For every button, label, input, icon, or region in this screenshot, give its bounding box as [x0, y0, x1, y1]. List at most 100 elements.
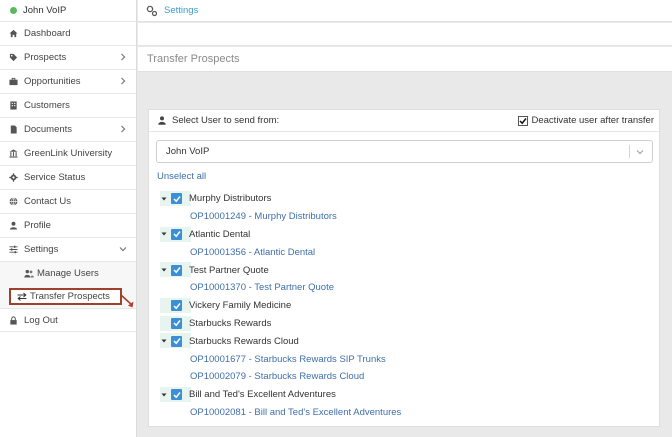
prospect-name: Starbucks Rewards	[189, 317, 272, 329]
expand-toggle-icon[interactable]	[160, 195, 168, 203]
expand-toggle-icon[interactable]	[160, 230, 168, 238]
prospect-checkbox[interactable]	[171, 300, 182, 312]
user-name: John VoIP	[23, 5, 67, 16]
chevron-down-icon[interactable]	[636, 148, 644, 156]
sidebar-item-label: Service Status	[24, 172, 86, 183]
prospect-name: Test Partner Quote	[189, 264, 269, 276]
sidebar-item-contact-us[interactable]: Contact Us	[0, 190, 136, 214]
sidebar-item-greenlink-university[interactable]: GreenLink University	[0, 142, 136, 166]
gear-icon	[9, 173, 18, 182]
deactivate-user-option[interactable]: Deactivate user after transfer	[517, 115, 655, 126]
sidebar-item-dashboard[interactable]: Dashboard	[0, 22, 136, 46]
top-bar: Settings	[138, 0, 672, 22]
panel-header: Select User to send from: Deactivate use…	[149, 110, 659, 132]
online-status-dot	[10, 7, 17, 14]
selected-user-value: John VoIP	[166, 146, 210, 157]
user-icon	[158, 116, 166, 125]
expand-toggle-icon[interactable]	[160, 266, 168, 274]
sidebar-item-prospects[interactable]: Prospects	[0, 46, 136, 70]
header-band	[138, 23, 672, 46]
sidebar-item-customers[interactable]: Customers	[0, 94, 136, 118]
sidebar-item-label: Opportunities	[24, 76, 81, 87]
sidebar-subitem-manage-users[interactable]: Manage Users	[0, 262, 136, 285]
chevron-right-icon	[119, 77, 127, 85]
opportunity-label[interactable]: OP10002079 - Starbucks Rewards Cloud	[190, 371, 364, 382]
sidebar-item-opportunities[interactable]: Opportunities	[0, 70, 136, 94]
exchange-icon	[17, 292, 27, 301]
sidebar: John VoIP Dashboard Prospects Opportunit…	[0, 0, 137, 437]
lock-icon	[9, 315, 18, 325]
opportunity-link[interactable]: OP10001249 - Murphy Distributors	[149, 208, 659, 226]
sidebar-item-label: Contact Us	[24, 196, 71, 207]
opportunity-label[interactable]: OP10002081 - Bill and Ted's Excellent Ad…	[190, 407, 401, 418]
opportunity-link[interactable]: OP10002079 - Starbucks Rewards Cloud	[149, 368, 659, 386]
sidebar-item-label: Profile	[24, 220, 51, 231]
prospect-checkbox[interactable]	[171, 389, 182, 401]
opportunity-label[interactable]: OP10001677 - Starbucks Rewards SIP Trunk…	[190, 354, 386, 365]
annotation-arrow-icon	[120, 294, 134, 308]
prospect-row[interactable]: Vickery Family Medicine	[149, 297, 659, 315]
prospect-row[interactable]: Starbucks Rewards Cloud	[149, 332, 659, 350]
active-item-highlight[interactable]: Transfer Prospects	[9, 288, 122, 305]
home-icon	[9, 29, 18, 38]
deactivate-user-label: Deactivate user after transfer	[531, 115, 655, 126]
transfer-panel: Select User to send from: Deactivate use…	[148, 109, 660, 427]
opportunity-label[interactable]: OP10001249 - Murphy Distributors	[190, 211, 337, 222]
prospect-checkbox[interactable]	[171, 317, 182, 329]
select-user-label: Select User to send from:	[172, 115, 280, 126]
sidebar-subitem-label: Manage Users	[37, 268, 99, 279]
sidebar-item-label: Dashboard	[24, 28, 71, 39]
user-icon	[9, 221, 18, 230]
expand-toggle-icon[interactable]	[160, 337, 168, 345]
prospect-name: Starbucks Rewards Cloud	[189, 335, 299, 347]
prospect-row[interactable]: Atlantic Dental	[149, 226, 659, 244]
sidebar-item-label: Log Out	[24, 314, 58, 326]
sidebar-subitem-transfer-prospects[interactable]: Transfer Prospects	[0, 285, 136, 308]
tag-icon	[9, 53, 18, 62]
prospect-row[interactable]: Bill and Ted's Excellent Adventures	[149, 386, 659, 404]
globe-icon	[9, 197, 18, 206]
opportunity-link[interactable]: OP10001677 - Starbucks Rewards SIP Trunk…	[149, 350, 659, 368]
sidebar-item-log-out[interactable]: Log Out	[0, 308, 136, 332]
sidebar-item-label: Settings	[24, 244, 59, 255]
sidebar-item-documents[interactable]: Documents	[0, 118, 136, 142]
opportunity-link[interactable]: OP10001356 - Atlantic Dental	[149, 243, 659, 261]
page-title-bar: Transfer Prospects	[138, 47, 672, 72]
deactivate-user-checkbox[interactable]	[517, 115, 528, 126]
sidebar-item-label: Customers	[24, 100, 70, 111]
sidebar-item-profile[interactable]: Profile	[0, 214, 136, 238]
opportunity-label[interactable]: OP10001370 - Test Partner Quote	[190, 282, 334, 293]
sidebar-subitem-label: Transfer Prospects	[30, 291, 110, 302]
opportunity-link[interactable]: OP10001370 - Test Partner Quote	[149, 279, 659, 297]
building-icon	[9, 101, 18, 110]
university-icon	[9, 149, 18, 158]
opportunity-link[interactable]: OP10002081 - Bill and Ted's Excellent Ad…	[149, 404, 659, 422]
page-title: Transfer Prospects	[147, 53, 240, 65]
prospect-tree: Murphy Distributors OP10001249 - Murphy …	[149, 190, 659, 421]
chevron-down-icon	[119, 245, 127, 253]
prospect-checkbox[interactable]	[171, 335, 182, 347]
prospect-checkbox[interactable]	[171, 228, 182, 240]
prospect-name: Bill and Ted's Excellent Adventures	[189, 389, 336, 401]
prospect-row[interactable]: Starbucks Rewards	[149, 315, 659, 333]
prospect-checkbox[interactable]	[171, 264, 182, 276]
opportunity-label[interactable]: OP10001356 - Atlantic Dental	[190, 247, 315, 258]
chevron-right-icon	[119, 53, 127, 61]
prospect-name: Vickery Family Medicine	[189, 300, 292, 312]
unselect-all-link[interactable]: Unselect all	[157, 171, 206, 182]
briefcase-icon	[9, 77, 18, 86]
settings-cogs-icon	[146, 5, 158, 17]
sidebar-user[interactable]: John VoIP	[0, 0, 136, 22]
breadcrumb-settings[interactable]: Settings	[164, 5, 198, 16]
prospect-name: Murphy Distributors	[189, 193, 272, 205]
file-icon	[9, 125, 18, 134]
prospect-row[interactable]: Test Partner Quote	[149, 261, 659, 279]
sidebar-item-settings[interactable]: Settings	[0, 238, 136, 262]
expand-toggle-icon[interactable]	[160, 391, 168, 399]
sidebar-item-service-status[interactable]: Service Status	[0, 166, 136, 190]
prospect-row[interactable]: Murphy Distributors	[149, 190, 659, 208]
sidebar-item-label: Documents	[24, 124, 73, 135]
user-select-dropdown[interactable]: John VoIP	[156, 140, 653, 163]
prospect-name: Atlantic Dental	[189, 228, 251, 240]
prospect-checkbox[interactable]	[171, 193, 182, 205]
